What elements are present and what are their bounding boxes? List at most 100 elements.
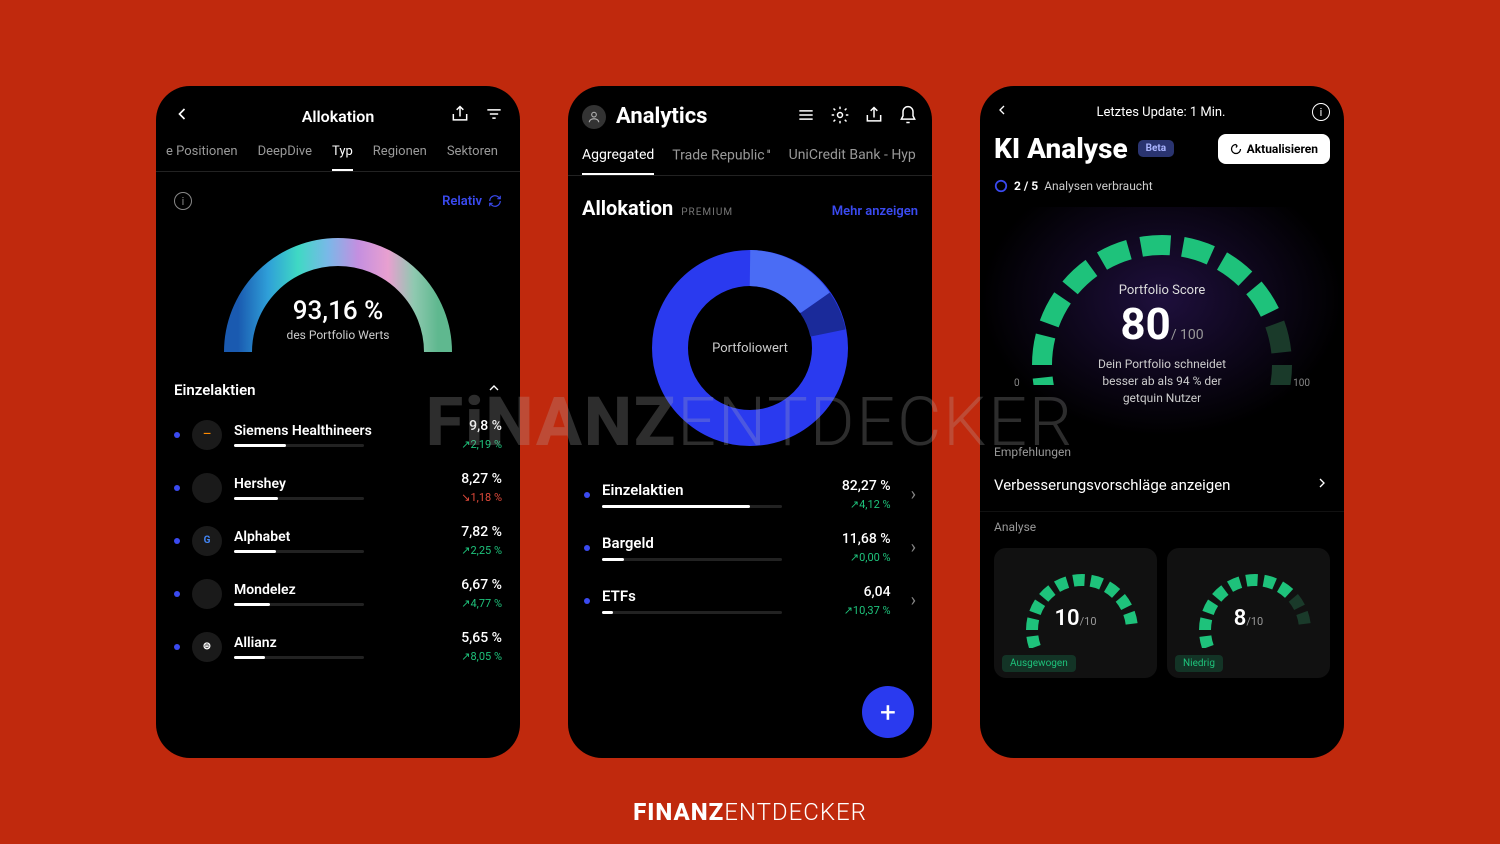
- category-change: ↗4,12 %: [842, 498, 891, 511]
- chevron-right-icon: ›: [911, 537, 916, 558]
- series-dot: [174, 485, 180, 491]
- stock-logo: ⊜: [192, 632, 222, 662]
- stock-change: ↗4,77 %: [461, 597, 502, 610]
- phone-analytics: Analytics Aggregated Trade Republic ⏸ UniC…: [568, 86, 932, 758]
- category-row[interactable]: ETFs 6,04 ↗10,37 % ›: [568, 574, 932, 627]
- series-dot: [174, 591, 180, 597]
- last-update-label: Letztes Update: 1 Min.: [1097, 105, 1226, 120]
- series-dot: [174, 432, 180, 438]
- analyse-heading: Analyse: [980, 512, 1344, 538]
- series-dot: [174, 644, 180, 650]
- tab-deepdive[interactable]: DeepDive: [258, 144, 312, 171]
- stock-row[interactable]: ⊜ Allianz 5,65 % ↗8,05 %: [156, 620, 520, 673]
- page-title: Allokation: [212, 107, 464, 126]
- tab-trade-republic[interactable]: Trade Republic ⏸: [672, 147, 770, 175]
- card-score: 10/10: [994, 606, 1157, 631]
- category-name: Bargeld: [602, 534, 830, 552]
- toggle-relativ[interactable]: Relativ: [442, 194, 502, 209]
- gauge-value: 93,16 %: [156, 296, 520, 326]
- stock-row[interactable]: G Alphabet 7,82 % ↗2,25 %: [156, 514, 520, 567]
- gauge-subtitle: des Portfolio Werts: [156, 328, 520, 342]
- stock-logo: —: [192, 420, 222, 450]
- category-change: ↗0,00 %: [842, 551, 891, 564]
- show-suggestions-row[interactable]: Verbesserungsvorschläge anzeigen: [980, 463, 1344, 512]
- score-label: Portfolio Score: [980, 283, 1344, 298]
- stock-row[interactable]: — Siemens Healthineers 9,8 % ↗2,19 %: [156, 408, 520, 461]
- tabs-allokation: e Positionen DeepDive Typ Regionen Sektoren: [156, 134, 520, 172]
- stock-logo: [192, 473, 222, 503]
- show-more-link[interactable]: Mehr anzeigen: [832, 204, 918, 219]
- series-dot: [584, 492, 590, 498]
- recommendations-heading: Empfehlungen: [980, 437, 1344, 463]
- chevron-right-icon: ›: [911, 590, 916, 611]
- collapse-icon[interactable]: [486, 380, 502, 400]
- tab-typ[interactable]: Typ: [332, 144, 353, 171]
- page-title: Analytics: [616, 104, 786, 129]
- donut-chart: Portfoliowert: [568, 228, 932, 468]
- phone-allokation: Allokation e Positionen DeepDive Typ Region…: [156, 86, 520, 758]
- usage-counter: 2 / 5Analysen verbraucht: [980, 171, 1344, 207]
- beta-badge: Beta: [1138, 140, 1175, 157]
- info-icon[interactable]: i: [174, 192, 192, 210]
- menu-icon[interactable]: [796, 105, 816, 129]
- back-button[interactable]: [172, 104, 212, 128]
- stock-name: Allianz: [234, 635, 449, 651]
- tabs-accounts: Aggregated Trade Republic ⏸ UniCredit Bank…: [568, 133, 932, 176]
- category-pct: 82,27 %: [842, 478, 891, 494]
- score-description: Dein Portfolio schneidet besser ab als 9…: [980, 356, 1344, 406]
- category-name: Einzelaktien: [602, 481, 830, 499]
- category-change: ↗10,37 %: [844, 604, 891, 617]
- tab-unicredit-bank-hyp[interactable]: UniCredit Bank - Hyp: [789, 147, 916, 175]
- section-einzelaktien: Einzelaktien: [174, 381, 256, 399]
- category-name: ETFs: [602, 587, 832, 605]
- stock-name: Hershey: [234, 476, 449, 492]
- share-icon[interactable]: [864, 105, 884, 129]
- avatar-button[interactable]: [582, 105, 606, 129]
- stock-change: ↗8,05 %: [461, 650, 502, 663]
- category-row[interactable]: Bargeld 11,68 % ↗0,00 % ›: [568, 521, 932, 574]
- share-icon[interactable]: [450, 104, 470, 128]
- back-button[interactable]: [994, 102, 1010, 122]
- add-button[interactable]: +: [862, 686, 914, 738]
- tab-sektoren[interactable]: Sektoren: [447, 144, 498, 171]
- premium-badge: PREMIUM: [681, 207, 733, 218]
- chevron-right-icon: ›: [911, 484, 916, 505]
- section-title: Allokation: [582, 196, 673, 220]
- stock-pct: 6,67 %: [461, 577, 502, 593]
- series-dot: [584, 598, 590, 604]
- stock-change: ↗2,19 %: [461, 438, 502, 451]
- score-gauge: Portfolio Score 80/ 100 Dein Portfolio s…: [980, 207, 1344, 437]
- category-pct: 11,68 %: [842, 531, 891, 547]
- card-tag: Niedrig: [1175, 655, 1223, 672]
- category-row[interactable]: Einzelaktien 82,27 % ↗4,12 % ›: [568, 468, 932, 521]
- donut-center-label: Portfoliowert: [712, 341, 788, 356]
- score-value: 80: [1120, 298, 1171, 350]
- chevron-right-icon: [1314, 475, 1330, 495]
- card-tag: Ausgewogen: [1002, 655, 1076, 672]
- footer-logo: FINANZENTDECKER: [633, 798, 867, 826]
- stock-logo: [192, 579, 222, 609]
- tab-regionen[interactable]: Regionen: [373, 144, 427, 171]
- gauge-chart: 93,16 % des Portfolio Werts: [156, 222, 520, 372]
- category-pct: 6,04: [844, 584, 891, 600]
- stock-change: ↘1,18 %: [461, 491, 502, 504]
- stock-pct: 9,8 %: [461, 418, 502, 434]
- info-icon[interactable]: i: [1312, 103, 1330, 121]
- bell-icon[interactable]: [898, 105, 918, 129]
- series-dot: [174, 538, 180, 544]
- stock-row[interactable]: Hershey 8,27 % ↘1,18 %: [156, 461, 520, 514]
- gear-icon[interactable]: [830, 105, 850, 129]
- stock-change: ↗2,25 %: [461, 544, 502, 557]
- analyse-card[interactable]: 10/10 Ausgewogen: [994, 548, 1157, 678]
- stock-pct: 5,65 %: [461, 630, 502, 646]
- series-dot: [584, 545, 590, 551]
- stock-row[interactable]: Mondelez 6,67 % ↗4,77 %: [156, 567, 520, 620]
- filter-icon[interactable]: [484, 104, 504, 128]
- stock-logo: G: [192, 526, 222, 556]
- tab-e-positionen[interactable]: e Positionen: [166, 144, 238, 171]
- analyse-card[interactable]: 8/10 Niedrig: [1167, 548, 1330, 678]
- refresh-button[interactable]: Aktualisieren: [1218, 134, 1330, 164]
- tab-aggregated[interactable]: Aggregated: [582, 147, 654, 175]
- card-score: 8/10: [1167, 606, 1330, 631]
- stock-pct: 8,27 %: [461, 471, 502, 487]
